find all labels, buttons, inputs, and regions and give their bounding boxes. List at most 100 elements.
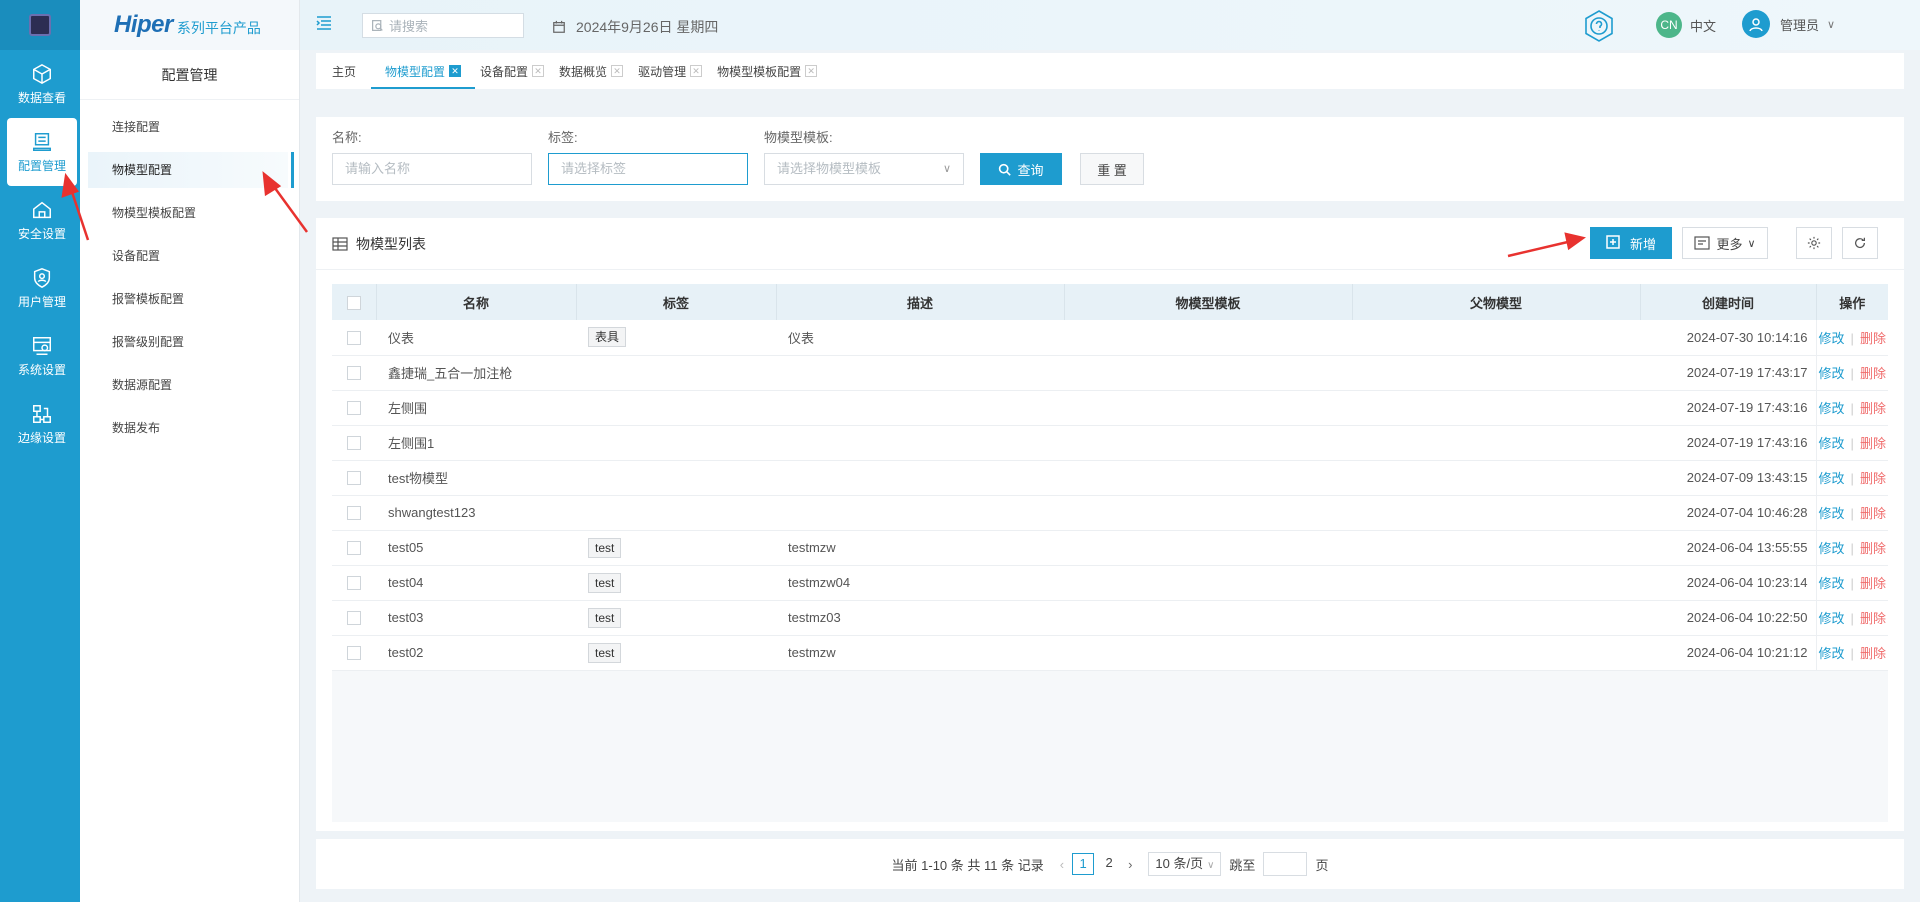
submenu-item-thing-model[interactable]: 物模型配置 [88, 152, 294, 188]
query-button[interactable]: 查询 [980, 153, 1062, 185]
select-all-checkbox[interactable] [332, 284, 377, 320]
cell-created: 2024-07-19 17:43:16 [1640, 390, 1816, 426]
help-hexagon-icon[interactable] [1582, 9, 1616, 43]
table-row[interactable]: 左侧围1 2024-07-19 17:43:16 修改 | 删除 [332, 425, 1888, 461]
page-2[interactable]: 2 [1098, 853, 1120, 875]
table-row[interactable]: test02 test testmzw 2024-06-04 10:21:12 修改 | 删… [332, 635, 1888, 671]
submenu-item-alarm-template[interactable]: 报警模板配置 [88, 281, 288, 317]
table-row[interactable]: shwangtest123 2024-07-04 10:46:28 修改 | 删除 [332, 495, 1888, 531]
delete-link[interactable]: 删除 [1860, 506, 1886, 521]
page-1[interactable]: 1 [1072, 853, 1095, 875]
row-checkbox[interactable] [332, 460, 376, 496]
delete-link[interactable]: 删除 [1860, 401, 1886, 416]
row-checkbox[interactable] [332, 355, 376, 391]
submenu-item-alarm-level[interactable]: 报警级别配置 [88, 324, 288, 360]
column-header-desc[interactable]: 描述 [776, 284, 1065, 320]
menu-toggle-icon[interactable] [316, 16, 332, 35]
rail-item-edge[interactable]: 边缘设置 [7, 390, 77, 458]
more-button[interactable]: 更多 ∨ [1682, 227, 1768, 259]
jump-page-input[interactable] [1263, 852, 1308, 876]
next-page-icon[interactable]: › [1128, 857, 1132, 872]
template-select[interactable]: 请选择物模型模板 ∨ [764, 153, 964, 185]
tab-model-template[interactable]: 物模型模板配置 ✕ [717, 53, 818, 89]
submenu-item-device[interactable]: 设备配置 [88, 238, 288, 274]
tab-home[interactable]: 主页 [332, 53, 356, 89]
icon-rail: 数据查看 配置管理 安全设置 用户管理 系统设置 边缘设置 [0, 0, 80, 902]
edit-link[interactable]: 修改 [1819, 401, 1845, 416]
edit-link[interactable]: 修改 [1819, 471, 1845, 486]
tab-device-config[interactable]: 设备配置 ✕ [480, 53, 545, 89]
edit-link[interactable]: 修改 [1819, 436, 1845, 451]
rail-item-label: 配置管理 [17, 158, 66, 173]
column-header-tag[interactable]: 标签 [576, 284, 777, 320]
cell-desc [776, 355, 1064, 391]
delete-link[interactable]: 删除 [1860, 331, 1886, 346]
edit-link[interactable]: 修改 [1819, 331, 1845, 346]
tag-select[interactable]: 请选择标签 [548, 153, 748, 185]
delete-link[interactable]: 删除 [1860, 366, 1886, 381]
rail-item-system[interactable]: 系统设置 [7, 322, 77, 390]
top-header: 请搜索 2024年9月26日 星期四 CN 中文 管理员 ∨ [300, 0, 1920, 50]
add-button[interactable]: 新增 [1590, 227, 1672, 259]
edit-link[interactable]: 修改 [1819, 366, 1845, 381]
rail-item-users[interactable]: 用户管理 [7, 254, 77, 322]
row-checkbox[interactable] [332, 390, 376, 426]
row-checkbox[interactable] [332, 320, 376, 356]
row-checkbox[interactable] [332, 425, 376, 461]
rail-item-config[interactable]: 配置管理 [7, 118, 77, 186]
language-label: 中文 [1690, 18, 1717, 34]
submenu-item-datasource[interactable]: 数据源配置 [88, 367, 288, 403]
name-input[interactable]: 请输入名称 [332, 153, 532, 185]
language-switch[interactable]: CN 中文 [1656, 12, 1716, 38]
delete-link[interactable]: 删除 [1860, 646, 1886, 661]
row-checkbox[interactable] [332, 495, 376, 531]
column-settings-button[interactable] [1796, 227, 1832, 259]
close-icon[interactable]: ✕ [532, 65, 545, 77]
prev-page-icon[interactable]: ‹ [1060, 857, 1064, 872]
edit-link[interactable]: 修改 [1819, 646, 1845, 661]
page-size-select[interactable]: 10 条/页 ∨ [1148, 852, 1222, 876]
delete-link[interactable]: 删除 [1860, 471, 1886, 486]
submenu-item-connection[interactable]: 连接配置 [88, 109, 288, 145]
row-checkbox[interactable] [332, 530, 376, 566]
close-icon[interactable]: ✕ [690, 65, 703, 77]
submenu-item-data-publish[interactable]: 数据发布 [88, 410, 288, 446]
edit-link[interactable]: 修改 [1819, 611, 1845, 626]
row-checkbox[interactable] [332, 565, 376, 601]
delete-link[interactable]: 删除 [1860, 576, 1886, 591]
rail-item-data-view[interactable]: 数据查看 [7, 50, 77, 118]
edit-link[interactable]: 修改 [1819, 576, 1845, 591]
tab-driver[interactable]: 驱动管理 ✕ [638, 53, 703, 89]
table-row[interactable]: test物模型 2024-07-09 13:43:15 修改 | 删除 [332, 460, 1888, 496]
table-row[interactable]: test04 test testmzw04 2024-06-04 10:23:14 修改… [332, 565, 1888, 601]
delete-link[interactable]: 删除 [1860, 541, 1886, 556]
reset-button[interactable]: 重 置 [1080, 153, 1144, 185]
row-checkbox[interactable] [332, 635, 376, 671]
submenu-item-model-template[interactable]: 物模型模板配置 [88, 195, 288, 231]
column-header-template[interactable]: 物模型模板 [1064, 284, 1353, 320]
table-row[interactable]: test03 test testmz03 2024-06-04 10:22:50 修改 |… [332, 600, 1888, 636]
edit-link[interactable]: 修改 [1819, 541, 1845, 556]
tab-thing-model[interactable]: 物模型配置 ✕ [371, 53, 476, 89]
table-row[interactable]: 鑫捷瑞_五合一加注枪 2024-07-19 17:43:17 修改 | 删除 [332, 355, 1888, 391]
edit-link[interactable]: 修改 [1819, 506, 1845, 521]
column-header-name[interactable]: 名称 [376, 284, 577, 320]
close-icon[interactable]: ✕ [449, 65, 462, 77]
close-icon[interactable]: ✕ [611, 65, 624, 77]
user-menu[interactable]: 管理员 ∨ [1742, 10, 1835, 38]
cell-tag: test [576, 635, 776, 671]
refresh-button[interactable] [1842, 227, 1878, 259]
row-checkbox[interactable] [332, 600, 376, 636]
search-input[interactable]: 请搜索 [362, 13, 524, 38]
close-icon[interactable]: ✕ [805, 65, 818, 77]
rail-item-security[interactable]: 安全设置 [7, 186, 77, 254]
table-row[interactable]: 仪表 表具 仪表 2024-07-30 10:14:16 修改 | 删除 [332, 320, 1888, 356]
column-header-created[interactable]: 创建时间 [1640, 284, 1817, 320]
table-row[interactable]: test05 test testmzw 2024-06-04 13:55:55 修改 | 删… [332, 530, 1888, 566]
delete-link[interactable]: 删除 [1860, 436, 1886, 451]
cell-name: 左侧围 [376, 390, 576, 426]
table-row[interactable]: 左侧围 2024-07-19 17:43:16 修改 | 删除 [332, 390, 1888, 426]
tab-data-overview[interactable]: 数据概览 ✕ [559, 53, 624, 89]
column-header-parent[interactable]: 父物模型 [1352, 284, 1641, 320]
delete-link[interactable]: 删除 [1860, 611, 1886, 626]
